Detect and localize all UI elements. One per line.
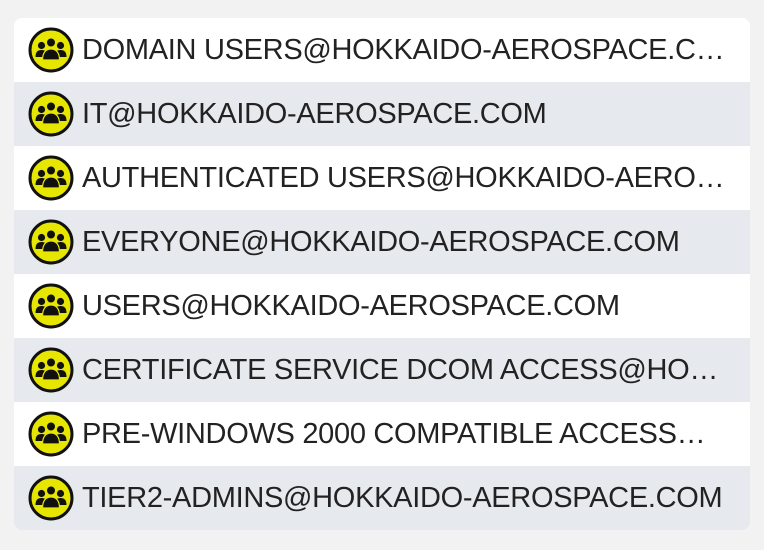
list-item[interactable]: IT@HOKKAIDO-AEROSPACE.COM [14,82,750,146]
group-icon [28,411,74,457]
group-icon [28,219,74,265]
group-icon [28,347,74,393]
group-name: IT@HOKKAIDO-AEROSPACE.COM [82,98,547,130]
group-icon [28,91,74,137]
list-item[interactable]: TIER2-ADMINS@HOKKAIDO-AEROSPACE.COM [14,466,750,530]
list-item[interactable]: PRE-WINDOWS 2000 COMPATIBLE ACCESS@HOKKA… [14,402,750,466]
group-name: CERTIFICATE SERVICE DCOM ACCESS@HOKKAIDO… [82,354,730,386]
group-icon [28,283,74,329]
list-item[interactable]: USERS@HOKKAIDO-AEROSPACE.COM [14,274,750,338]
group-icon [28,475,74,521]
group-icon [28,27,74,73]
group-icon [28,155,74,201]
group-list: DOMAIN USERS@HOKKAIDO-AEROSPACE.COM IT@H… [14,18,750,530]
group-name: PRE-WINDOWS 2000 COMPATIBLE ACCESS@HOKKA… [82,418,730,450]
group-name: TIER2-ADMINS@HOKKAIDO-AEROSPACE.COM [82,482,723,514]
list-item[interactable]: AUTHENTICATED USERS@HOKKAIDO-AEROSPACE.C… [14,146,750,210]
group-name: USERS@HOKKAIDO-AEROSPACE.COM [82,290,620,322]
list-item[interactable]: DOMAIN USERS@HOKKAIDO-AEROSPACE.COM [14,18,750,82]
group-name: DOMAIN USERS@HOKKAIDO-AEROSPACE.COM [82,34,730,66]
list-item[interactable]: EVERYONE@HOKKAIDO-AEROSPACE.COM [14,210,750,274]
group-name: EVERYONE@HOKKAIDO-AEROSPACE.COM [82,226,680,258]
list-item[interactable]: CERTIFICATE SERVICE DCOM ACCESS@HOKKAIDO… [14,338,750,402]
group-name: AUTHENTICATED USERS@HOKKAIDO-AEROSPACE.C… [82,162,730,194]
